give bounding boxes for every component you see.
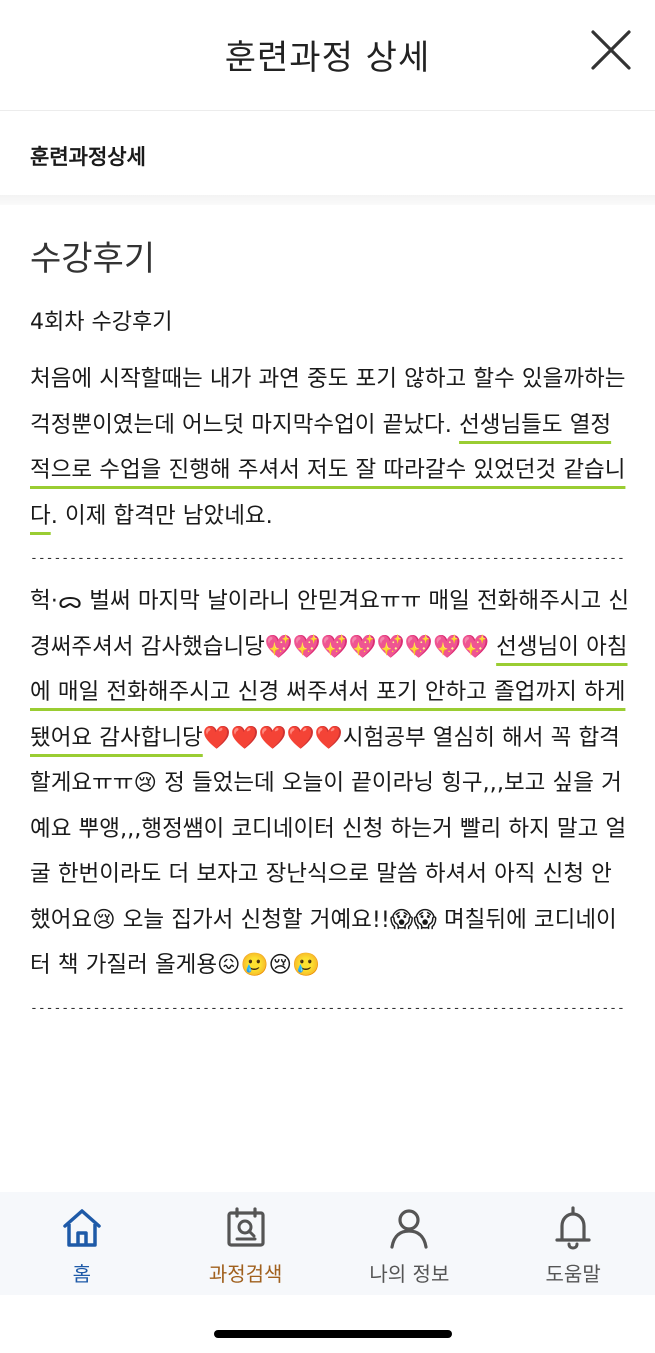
nav-item-course-search[interactable]: 과정검색 xyxy=(164,1192,328,1295)
user-icon xyxy=(390,1209,428,1249)
nav-item-home[interactable]: 홈 xyxy=(0,1192,164,1295)
dashed-divider: ----------------------------------------… xyxy=(30,551,627,566)
review-text: ❤️❤️❤️❤️❤️시험공부 열심히 해서 꼭 합격 할게요ㅠㅠ😢 정 들었는데… xyxy=(30,724,627,979)
home-indicator[interactable] xyxy=(214,1330,452,1338)
page: 훈련과정 상세 훈련과정상세 수강후기 4회차 수강후기 처음에 시작할때는 내… xyxy=(0,0,655,1353)
header: 훈련과정 상세 xyxy=(0,0,655,111)
nav-label: 과정검색 xyxy=(208,1262,283,1286)
review-text: . 이제 합격만 남았네요. xyxy=(50,502,273,529)
search-course-icon xyxy=(227,1207,265,1247)
review-content: 수강후기 4회차 수강후기 처음에 시작할때는 내가 과연 중도 포기 않하고 … xyxy=(30,205,630,1029)
page-title: 훈련과정 상세 xyxy=(224,38,431,78)
review-paragraph-2: 헉·ᯅ 벌써 마지막 날이라니 안믿겨요ㅠㅠ 매일 전화해주시고 신경써주셔서 … xyxy=(30,579,630,989)
dashed-divider: ----------------------------------------… xyxy=(30,1000,627,1016)
nav-label: 나의 정보 xyxy=(369,1262,450,1286)
bottom-nav: 홈 과정검색 나의 정보 도움말 xyxy=(0,1192,655,1295)
close-icon xyxy=(591,30,631,70)
review-subtitle: 4회차 수강후기 xyxy=(30,310,173,335)
nav-label: 홈 xyxy=(72,1262,92,1286)
review-paragraph-1: 처음에 시작할때는 내가 과연 중도 포기 않하고 할수 있을까하는 걱정뿐이였… xyxy=(30,357,630,539)
nav-item-my-info[interactable]: 나의 정보 xyxy=(328,1192,492,1295)
section-label-bar: 훈련과정상세 xyxy=(0,111,655,195)
close-button[interactable] xyxy=(589,28,633,72)
review-body: 처음에 시작할때는 내가 과연 중도 포기 않하고 할수 있을까하는 걱정뿐이였… xyxy=(30,357,630,1029)
bell-icon xyxy=(555,1206,591,1250)
nav-label: 도움말 xyxy=(545,1262,601,1286)
section-divider-band xyxy=(0,195,655,205)
nav-item-help[interactable]: 도움말 xyxy=(491,1192,655,1295)
section-label: 훈련과정상세 xyxy=(30,145,146,169)
home-icon xyxy=(63,1209,101,1247)
home-indicator-area xyxy=(0,1295,655,1353)
review-heading: 수강후기 xyxy=(30,239,156,279)
